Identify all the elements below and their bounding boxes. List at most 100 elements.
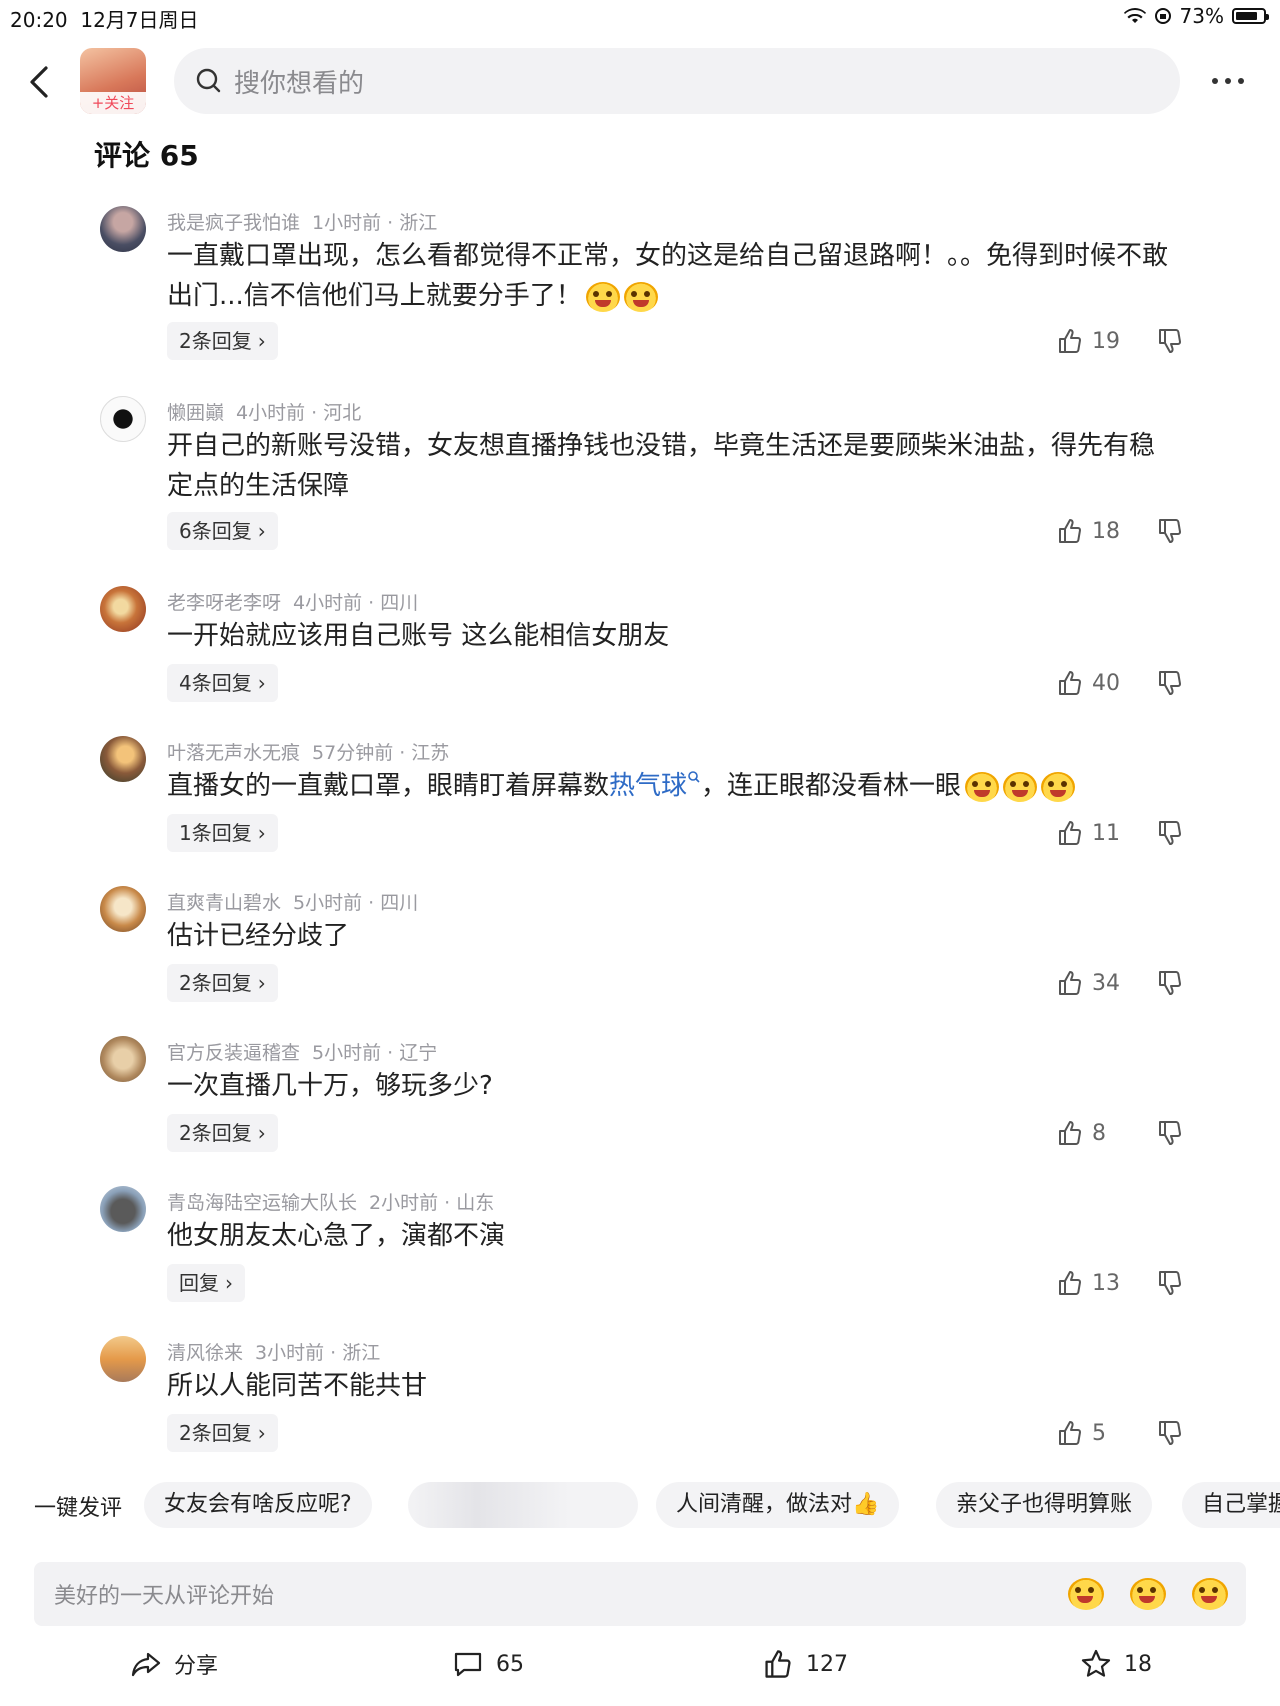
thumbs-down-icon bbox=[1159, 671, 1181, 695]
comment-username[interactable]: 官方反装逼稽查 bbox=[167, 1042, 300, 1064]
hashtag-link[interactable]: 热气球 bbox=[609, 771, 701, 801]
favorite-button[interactable]: 18 bbox=[1080, 1648, 1152, 1680]
comment-time: 3小时前 · 浙江 bbox=[255, 1342, 381, 1364]
search-small-icon bbox=[688, 771, 700, 783]
dislike-button[interactable] bbox=[1156, 814, 1184, 852]
like-count: 5 bbox=[1092, 1420, 1106, 1446]
share-button[interactable]: 分享 bbox=[130, 1648, 218, 1680]
like-button[interactable]: 40 bbox=[1056, 664, 1120, 702]
search-input[interactable]: 搜你想看的 bbox=[174, 48, 1180, 114]
comment-username[interactable]: 我是疯子我怕谁 bbox=[167, 212, 300, 234]
thumbs-up-icon bbox=[1059, 671, 1081, 695]
status-time: 20:20 12月7日周日 bbox=[10, 8, 199, 32]
follow-button[interactable]: +关注 bbox=[80, 92, 146, 114]
view-replies-button[interactable]: 2条回复 › bbox=[167, 322, 278, 360]
quick-comment-chip[interactable]: 女友会有啥反应呢? bbox=[144, 1482, 372, 1528]
like-count: 8 bbox=[1092, 1120, 1106, 1146]
dislike-button[interactable] bbox=[1156, 1264, 1184, 1302]
quick-comment-chip-loading[interactable] bbox=[408, 1482, 638, 1528]
comment-input-placeholder: 美好的一天从评论开始 bbox=[54, 1584, 275, 1609]
comments-count-title: 评论 65 bbox=[94, 139, 199, 172]
grin-emoji-icon bbox=[623, 281, 658, 312]
reply-button[interactable]: 回复 › bbox=[167, 1264, 245, 1302]
comment-time: 1小时前 · 浙江 bbox=[312, 212, 438, 234]
view-replies-button[interactable]: 1条回复 › bbox=[167, 814, 278, 852]
grin-emoji-icon bbox=[585, 281, 620, 312]
quick-comment-chip[interactable]: 自己掌握 bbox=[1182, 1482, 1280, 1528]
avatar[interactable] bbox=[100, 1336, 146, 1382]
like-count: 18 bbox=[1092, 518, 1120, 544]
thumbs-down-icon bbox=[1159, 519, 1181, 543]
quick-comment-bar: 一键发评 女友会有啥反应呢? 人间清醒，做法对👍 亲父子也得明算账 自己掌握 bbox=[0, 1482, 1280, 1530]
quick-comment-chip[interactable]: 人间清醒，做法对👍 bbox=[656, 1482, 900, 1528]
comment-text: 直播女的一直戴口罩，眼睛盯着屏幕数热气球 ，连正眼都没看林一眼 bbox=[167, 766, 1177, 806]
comment-time: 5小时前 · 四川 bbox=[293, 892, 419, 914]
comment-username[interactable]: 懒囲巓 bbox=[167, 402, 224, 424]
quick-comment-label: 一键发评 bbox=[34, 1496, 123, 1521]
thumbs-up-icon bbox=[1059, 1421, 1081, 1445]
thumbs-down-icon bbox=[1159, 971, 1181, 995]
view-replies-button[interactable]: 2条回复 › bbox=[167, 964, 278, 1002]
comment-text: 一次直播几十万，够玩多少? bbox=[167, 1071, 493, 1101]
like-count: 40 bbox=[1092, 670, 1120, 696]
laugh-emoji-icon bbox=[1003, 771, 1038, 802]
like-button[interactable]: 18 bbox=[1056, 512, 1120, 550]
comment-username[interactable]: 叶落无声水无痕 bbox=[167, 742, 300, 764]
avatar[interactable] bbox=[100, 206, 146, 252]
quick-comment-chip[interactable]: 亲父子也得明算账 bbox=[936, 1482, 1153, 1528]
comment-username[interactable]: 青岛海陆空运输大队长 bbox=[167, 1192, 357, 1214]
comment-username[interactable]: 清风徐来 bbox=[167, 1342, 243, 1364]
avatar[interactable] bbox=[100, 1186, 146, 1232]
star-icon bbox=[1081, 1649, 1111, 1677]
comment-username[interactable]: 直爽青山碧水 bbox=[167, 892, 281, 914]
view-replies-button[interactable]: 2条回复 › bbox=[167, 1414, 278, 1452]
like-post-button[interactable]: 127 bbox=[762, 1648, 848, 1680]
avatar[interactable] bbox=[100, 736, 146, 782]
comment-username[interactable]: 老李呀老李呀 bbox=[167, 592, 281, 614]
grin-emoji-button[interactable] bbox=[1130, 1578, 1166, 1610]
status-bar: 20:20 12月7日周日 73% bbox=[0, 0, 1280, 34]
like-button[interactable]: 5 bbox=[1056, 1414, 1106, 1452]
thumbs-up-icon bbox=[1059, 1271, 1081, 1295]
dislike-button[interactable] bbox=[1156, 1414, 1184, 1452]
thumbs-down-icon bbox=[1159, 821, 1181, 845]
comments-button[interactable]: 65 bbox=[452, 1648, 524, 1680]
thumbs-down-icon bbox=[1159, 1271, 1181, 1295]
comment-input[interactable]: 美好的一天从评论开始 bbox=[34, 1562, 1246, 1626]
laugh-emoji-button[interactable] bbox=[1192, 1578, 1228, 1610]
avatar[interactable] bbox=[100, 396, 146, 442]
back-button[interactable] bbox=[22, 58, 58, 106]
battery-percent: 73% bbox=[1179, 4, 1224, 28]
comment-text: 开自己的新账号没错，女友想直播挣钱也没错，毕竟生活还是要顾柴米油盐，得先有稳定点… bbox=[167, 431, 1156, 501]
laugh-cry-emoji-button[interactable] bbox=[1068, 1578, 1104, 1610]
dislike-button[interactable] bbox=[1156, 964, 1184, 1002]
dislike-button[interactable] bbox=[1156, 664, 1184, 702]
author-avatar[interactable]: +关注 bbox=[80, 48, 146, 114]
view-replies-button[interactable]: 4条回复 › bbox=[167, 664, 278, 702]
view-replies-button[interactable]: 2条回复 › bbox=[167, 1114, 278, 1152]
dislike-button[interactable] bbox=[1156, 1114, 1184, 1152]
thumbs-up-icon bbox=[1059, 971, 1081, 995]
search-placeholder: 搜你想看的 bbox=[234, 68, 365, 99]
view-replies-button[interactable]: 6条回复 › bbox=[167, 512, 278, 550]
dislike-button[interactable] bbox=[1156, 512, 1184, 550]
comment-icon bbox=[454, 1652, 482, 1677]
dislike-button[interactable] bbox=[1156, 322, 1184, 360]
laugh-emoji-icon bbox=[965, 771, 1000, 802]
like-button[interactable]: 34 bbox=[1056, 964, 1120, 1002]
like-count: 11 bbox=[1092, 820, 1120, 846]
like-button[interactable]: 19 bbox=[1056, 322, 1120, 360]
avatar[interactable] bbox=[100, 586, 146, 632]
like-count: 34 bbox=[1092, 970, 1120, 996]
like-count: 19 bbox=[1092, 328, 1120, 354]
like-button[interactable]: 8 bbox=[1056, 1114, 1106, 1152]
avatar[interactable] bbox=[100, 1036, 146, 1082]
avatar[interactable] bbox=[100, 886, 146, 932]
thumbs-up-icon bbox=[1059, 519, 1081, 543]
more-options-button[interactable] bbox=[1212, 66, 1252, 96]
thumbs-up-icon bbox=[1059, 329, 1081, 353]
search-icon bbox=[196, 68, 221, 93]
like-button[interactable]: 13 bbox=[1056, 1264, 1120, 1302]
like-button[interactable]: 11 bbox=[1056, 814, 1120, 852]
like-count: 13 bbox=[1092, 1270, 1120, 1296]
